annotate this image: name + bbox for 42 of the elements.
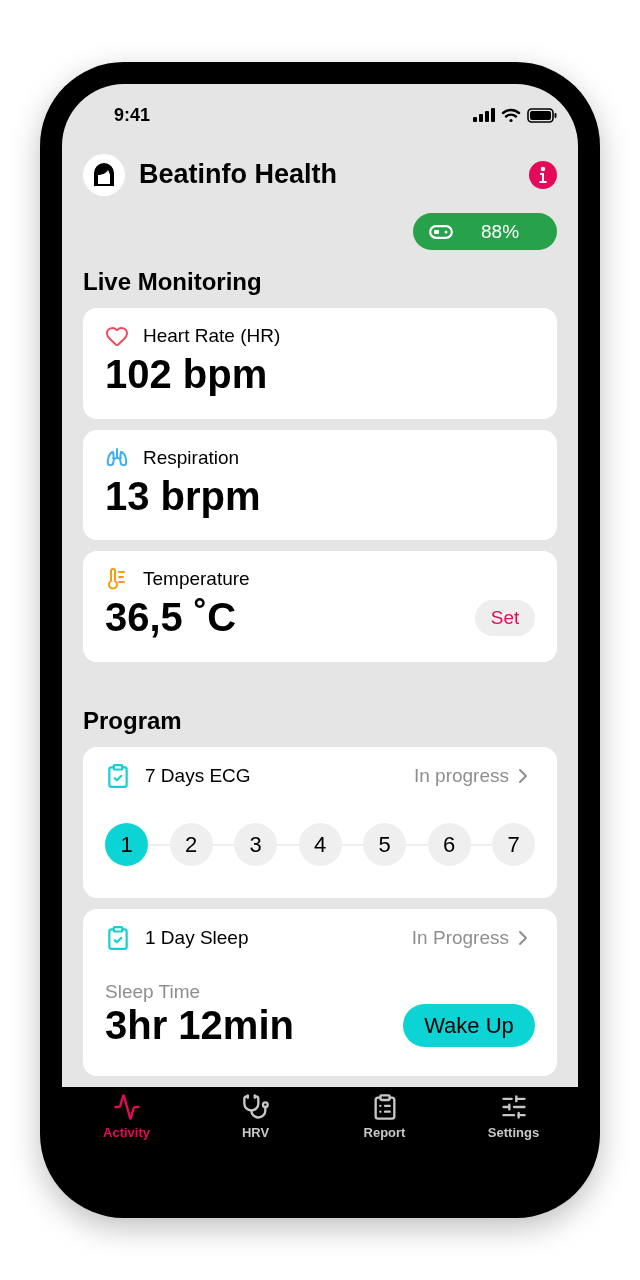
- app-title: Beatinfo Health: [139, 159, 339, 190]
- metric-label: Temperature: [143, 568, 250, 591]
- avatar[interactable]: [83, 153, 125, 196]
- activity-icon: [112, 1092, 141, 1121]
- signal-icon: [473, 108, 495, 123]
- day-step[interactable]: 4: [298, 823, 342, 867]
- day-step[interactable]: 1: [105, 823, 148, 867]
- info-icon: [538, 165, 548, 184]
- tab[interactable]: Report: [320, 1087, 449, 1145]
- clipboard-check-icon: [105, 925, 131, 952]
- wake-up-button[interactable]: Wake Up: [403, 1004, 535, 1048]
- metric-label: Respiration: [143, 446, 240, 469]
- device-battery-badge: 88%: [413, 213, 557, 251]
- day-step[interactable]: 2: [169, 823, 213, 867]
- set-button[interactable]: Set: [475, 599, 535, 636]
- wifi-icon: [501, 108, 521, 123]
- battery-icon: [527, 108, 557, 123]
- info-button[interactable]: [529, 160, 557, 189]
- day-step[interactable]: 5: [363, 823, 406, 867]
- tab[interactable]: Settings: [449, 1087, 578, 1145]
- program-title: 7 Days ECG: [145, 765, 251, 788]
- program-title: 1 Day Sleep: [145, 927, 249, 950]
- stethoscope-icon: [241, 1092, 270, 1121]
- metric-value: 36,5 ˚C: [105, 595, 237, 641]
- clipboard-check-icon: [105, 763, 131, 790]
- metric-label: Heart Rate (HR): [143, 325, 281, 348]
- metric-value: 13 brpm: [105, 473, 261, 519]
- tab[interactable]: HRV: [191, 1087, 320, 1145]
- device-icon: [429, 224, 453, 239]
- heart-icon: [105, 324, 129, 349]
- metric-value: 102 bpm: [105, 352, 268, 398]
- sleep-value: 3hr 12min: [105, 1003, 294, 1049]
- day-step[interactable]: 6: [427, 823, 471, 867]
- settings-icon: [499, 1092, 528, 1121]
- section-title: Program: [83, 707, 183, 736]
- section-title: Live Monitoring: [83, 268, 263, 297]
- day-step[interactable]: 3: [234, 823, 277, 867]
- tab[interactable]: Activity: [62, 1087, 191, 1145]
- day-step[interactable]: 7: [492, 823, 535, 867]
- status-time: 9:41: [114, 105, 151, 126]
- sleep-caption: Sleep Time: [105, 981, 202, 1004]
- person-icon: [91, 161, 117, 188]
